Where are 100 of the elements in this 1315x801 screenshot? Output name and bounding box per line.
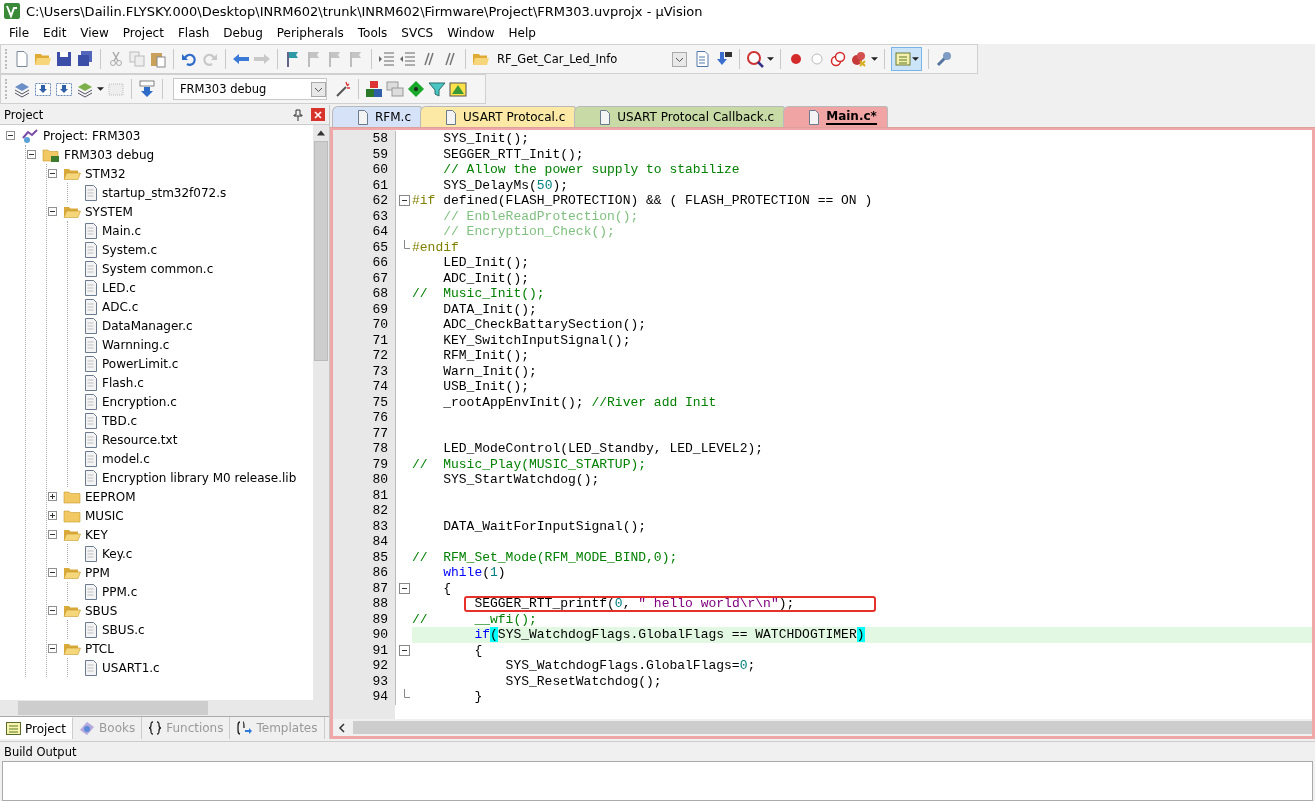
code-line: Warn_Init(); (443, 363, 537, 379)
funnel-icon[interactable] (428, 80, 446, 98)
document-entry[interactable]: SBUS.c (102, 622, 145, 637)
menu-item[interactable]: Peripherals (269, 26, 351, 40)
group-entry[interactable]: KEY (85, 527, 108, 542)
menu-item[interactable]: Project (115, 26, 171, 40)
caret-icon[interactable] (767, 57, 774, 61)
dropdown-icon[interactable] (672, 51, 687, 67)
document-entry[interactable]: LED.c (102, 280, 136, 295)
document-entry[interactable]: DataManager.c (102, 318, 193, 333)
diamond-icon[interactable] (407, 80, 425, 98)
document-entry[interactable]: PowerLimit.c (102, 356, 179, 371)
menu-item[interactable]: Edit (36, 26, 74, 40)
target-entry[interactable]: FRM303 debug (64, 147, 155, 162)
group-entry[interactable]: SYSTEM (85, 204, 133, 219)
expand-icon[interactable] (48, 492, 57, 501)
line-number: 71 (371, 332, 389, 348)
group-entry[interactable]: SBUS (85, 603, 118, 618)
document-entry[interactable]: startup_stm32f072.s (102, 185, 227, 200)
dropdown-icon[interactable] (311, 81, 326, 97)
line-number: 61 (371, 177, 389, 193)
code-line: #if defined(FLASH_PROTECTION) && ( FLASH_PROTECTION == ON ) (412, 193, 873, 209)
collapse-icon[interactable] (48, 530, 57, 539)
document-entry[interactable]: model.c (102, 451, 150, 466)
collapse-icon[interactable] (48, 568, 57, 577)
document-entry[interactable]: System common.c (102, 261, 214, 276)
document-icon[interactable] (694, 50, 712, 68)
menu-item[interactable]: File (2, 26, 37, 40)
group-entry[interactable]: MUSIC (85, 508, 124, 523)
document-entry[interactable]: USART1.c (102, 660, 160, 675)
save-all-icon[interactable] (76, 50, 94, 68)
caret-icon[interactable] (871, 57, 878, 61)
circles-icon[interactable] (829, 50, 847, 68)
magnifier-icon[interactable] (746, 50, 764, 68)
line-number: 88 (371, 596, 389, 612)
breakpoint-clear-icon[interactable] (850, 50, 868, 68)
expand-icon[interactable] (48, 511, 57, 520)
horizontal-scrollbar[interactable] (0, 700, 329, 716)
group-entry[interactable]: PPM (85, 565, 110, 580)
download-icon[interactable] (34, 80, 52, 98)
file-tab[interactable]: Main.c* (783, 106, 888, 127)
file-tab[interactable]: USART Protocal Callback.c (574, 106, 786, 127)
menu-item[interactable]: View (73, 26, 116, 40)
chip-icon[interactable] (449, 80, 467, 98)
panel-tab[interactable]: Project (0, 717, 74, 739)
menu-item[interactable]: Help (501, 26, 543, 40)
window-toggle-button[interactable] (891, 47, 922, 71)
collapse-icon[interactable] (48, 606, 57, 615)
vertical-scrollbar[interactable] (313, 125, 329, 700)
file-icon (84, 450, 98, 467)
document-entry[interactable]: Encryption library M0 release.lib (102, 470, 297, 485)
document-entry[interactable]: Warnning.c (102, 337, 170, 352)
save-icon[interactable] (55, 50, 73, 68)
document-entry[interactable]: ADC.c (102, 299, 139, 314)
file-icon (808, 109, 821, 125)
menu-item[interactable]: Tools (350, 26, 395, 40)
collapse-icon[interactable] (398, 644, 410, 656)
horizontal-scrollbar[interactable] (333, 719, 1312, 736)
find-combo[interactable]: RF_Get_Car_Led_Info (497, 49, 687, 69)
document-entry[interactable]: Key.c (102, 546, 133, 561)
new-file-icon[interactable] (13, 50, 31, 68)
collapse-icon[interactable] (48, 207, 57, 216)
document-entry[interactable]: Encryption.c (102, 394, 177, 409)
file-tab[interactable]: USART Protocal.c (420, 106, 577, 127)
group-entry[interactable]: EEPROM (85, 489, 136, 504)
collapse-icon[interactable] (398, 195, 410, 207)
close-button[interactable] (311, 108, 325, 121)
file-tab[interactable]: RFM.c (332, 106, 422, 127)
document-entry[interactable]: Flash.c (102, 375, 144, 390)
code-line: SYS_DelayMs(50); (443, 177, 569, 193)
document-entry[interactable]: Main.c (102, 223, 142, 238)
collapse-icon[interactable] (398, 582, 410, 594)
target-combo[interactable]: FRM303 debug (173, 78, 327, 100)
menu-item[interactable]: Window (440, 26, 502, 40)
collapse-icon[interactable] (6, 131, 15, 140)
wand-icon[interactable] (334, 80, 352, 98)
group-entry[interactable]: PTCL (85, 641, 114, 656)
paste-icon[interactable] (149, 50, 167, 68)
group-entry[interactable]: STM32 (85, 166, 126, 181)
pin-icon[interactable] (293, 108, 303, 121)
root-entry[interactable]: Project: FRM303 (43, 128, 141, 143)
document-entry[interactable]: PPM.c (102, 584, 138, 599)
menu-item[interactable]: Flash (170, 26, 217, 40)
caret-icon[interactable] (97, 87, 104, 91)
collapse-icon[interactable] (48, 644, 57, 653)
document-entry[interactable]: TBD.c (102, 413, 138, 428)
download-icon[interactable] (55, 80, 73, 98)
wrench-icon[interactable] (935, 50, 953, 68)
cubes-icon[interactable] (365, 80, 383, 98)
load-icon[interactable] (138, 80, 156, 98)
layers-icon[interactable] (13, 80, 31, 98)
window-icon (894, 50, 912, 68)
layers-icon[interactable] (76, 80, 94, 98)
document-entry[interactable]: Resource.txt (102, 432, 178, 447)
document-entry[interactable]: System.c (102, 242, 158, 257)
menu-item[interactable]: SVCS (394, 26, 441, 40)
menu-item[interactable]: Debug (216, 26, 270, 40)
collapse-icon[interactable] (27, 150, 36, 159)
collapse-icon[interactable] (48, 169, 57, 178)
code-line: RFM_Init(); (443, 348, 530, 364)
